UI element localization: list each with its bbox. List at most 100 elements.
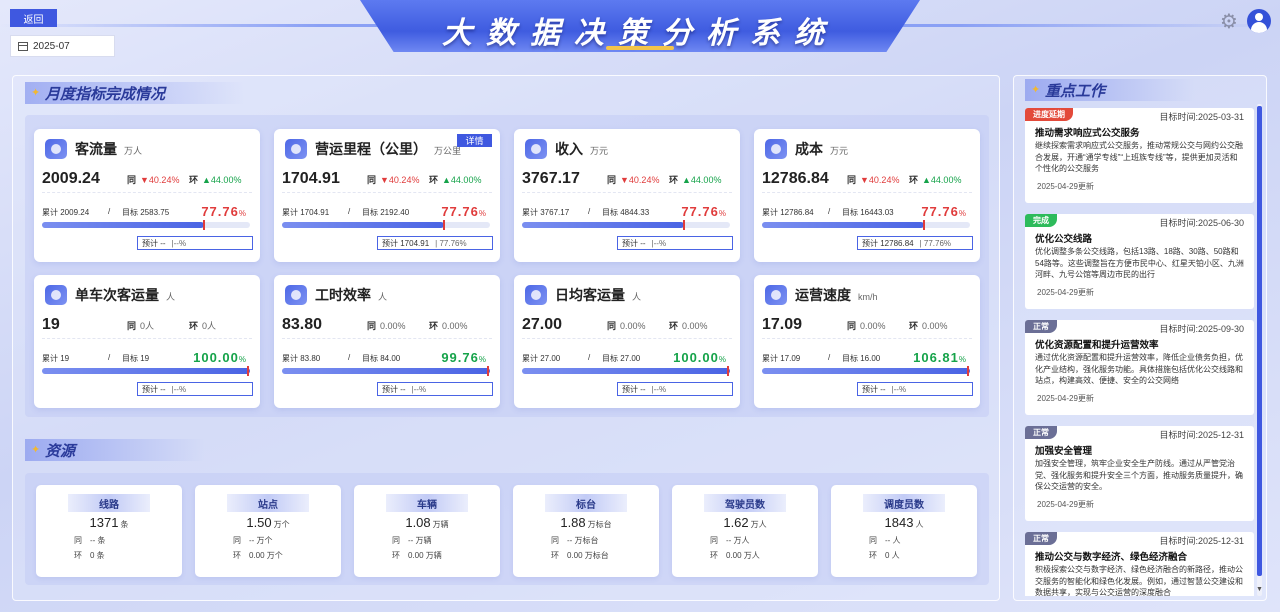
target-date: 目标时间:2025-03-31 [1159, 112, 1244, 122]
kpi-card[interactable]: 运营速度 km/h 17.09 同 0.00% 环 0.00% 累计 17.09/目标 16.… [754, 275, 980, 408]
kpi-forecast-percent: | 77.76% [435, 238, 467, 248]
kpi-mom-value: ▲44.00% [922, 175, 962, 185]
divider [42, 338, 252, 339]
work-updated: 2025-04-29更新 [1037, 394, 1094, 403]
key-work-scrollbar[interactable] [1257, 104, 1262, 596]
bus-passenger-icon [45, 285, 67, 305]
divider [762, 338, 972, 339]
user-avatar-icon[interactable] [1247, 9, 1271, 33]
kpi-card[interactable]: 成本 万元 12786.84 同 ▼40.24% 环 ▲44.00% 累计 12786.84 /… [754, 129, 980, 262]
kpi-forecast: 预计 -- |--% [617, 236, 733, 250]
kpi-header: 收入 万元 [525, 138, 608, 160]
kpi-yoy-value: 0.00% [860, 321, 886, 331]
key-work-item[interactable]: 正常 目标时间:2025-12-31 推动公交与数字经济、绿色经济融合 积极探索公交与… [1025, 532, 1254, 596]
scroll-down-arrow-icon[interactable]: ▼ [1256, 586, 1263, 593]
section-title-monthly-text: 月度指标完成情况 [45, 85, 166, 103]
status-badge: 正常 [1025, 426, 1057, 439]
kpi-card[interactable]: 营运里程（公里） 万公里 详情 1704.91 同 ▼40.24% 环 ▲44.00% 累计 1… [274, 129, 500, 262]
resource-card[interactable]: 调度员数 1843 人同 -- 人环 0 人 [831, 485, 977, 577]
resource-yoy-value: -- 万个 [249, 536, 273, 545]
kpi-card[interactable]: 收入 万元 3767.17 同 ▼40.24% 环 ▲44.00% 累计 3767.17 / 目标… [514, 129, 740, 262]
resource-mom: 环 0.00 万人 [710, 550, 760, 561]
key-work-item[interactable]: 正常 目标时间:2025-12-31 加强安全管理 加强安全管理，筑牢企业安全生产防线… [1025, 426, 1254, 521]
kpi-mom-label: 环 [909, 321, 919, 331]
kpi-card[interactable]: 客流量 万人 2009.24 同 ▼40.24% 环 ▲44.00% 累计 2009.24 / 目… [34, 129, 260, 262]
kpi-card[interactable]: 工时效率人 83.80 同 0.00% 环 0.00% 累计 83.80/目标 84.00 9… [274, 275, 500, 408]
kpi-forecast: 预计 -- |--% [137, 236, 253, 250]
kpi-forecast-value: 预计 -- [382, 384, 406, 394]
resource-card[interactable]: 站点 1.50 万个同 -- 万个环 0.00 万个 [195, 485, 341, 577]
resource-mom-label: 环 [551, 551, 559, 560]
progress-bar [762, 220, 970, 230]
resource-card[interactable]: 线路 1371 条同 -- 条环 0 条 [36, 485, 182, 577]
progress-bar-fill [42, 222, 204, 228]
kpi-completion-percent-sign: % [238, 209, 246, 218]
target-date: 目标时间:2025-12-31 [1159, 536, 1244, 546]
resource-card[interactable]: 标台 1.88 万标台同 -- 万标台环 0.00 万标台 [513, 485, 659, 577]
kpi-mom-label: 环 [669, 321, 679, 331]
work-efficiency-icon [285, 285, 307, 305]
work-updated: 2025-04-29更新 [1037, 182, 1094, 191]
header: 大数据决策分析系统 [0, 0, 1280, 68]
divider [42, 192, 252, 193]
kpi-yoy-value: ▼40.24% [860, 175, 900, 185]
key-work-item[interactable]: 进度延期 目标时间:2025-03-31 推动需求响应式公交服务 继续探索需求响应式公… [1025, 108, 1254, 203]
kpi-yoy-value: 0.00% [620, 321, 646, 331]
progress-bar-marker [247, 366, 249, 376]
progress-bar-marker [442, 220, 445, 230]
key-work-item[interactable]: 完成 目标时间:2025-06-30 优化公交线路 优化调整多条公交线路，包括13路、… [1025, 214, 1254, 309]
divider [282, 338, 492, 339]
back-button[interactable]: 返回 [10, 9, 57, 27]
divider [522, 192, 732, 193]
kpi-forecast-percent: |--% [891, 384, 907, 394]
progress-bar [42, 366, 250, 376]
detail-button[interactable]: 详情 [457, 134, 492, 147]
month-picker[interactable]: 2025-07 [10, 35, 115, 57]
work-title: 推动需求响应式公交服务 [1035, 128, 1140, 139]
kpi-cumulative: 累计 3767.17 [522, 208, 570, 217]
kpi-target: 目标 19 [122, 354, 150, 363]
progress-bar-marker [202, 220, 205, 230]
key-work-list[interactable]: 进度延期 目标时间:2025-03-31 推动需求响应式公交服务 继续探索需求响应式公… [1023, 108, 1255, 596]
kpi-name: 单车次客运量 [75, 287, 159, 303]
kpi-mom-label: 环 [909, 175, 919, 185]
progress-bar-marker [922, 220, 925, 230]
kpi-mom-value: 0人 [202, 321, 217, 331]
kpi-card[interactable]: 单车次客运量人 19 同 0人环 0人 累计 19/目标 19 100.00% 预计 -- |-… [34, 275, 260, 408]
kpi-completion-rate: 77.76% [441, 204, 486, 219]
kpi-yoy: 同 ▼40.24% [367, 173, 419, 186]
kpi-completion-rate: 77.76% [921, 204, 966, 219]
kpi-yoy-label: 同 [127, 321, 137, 331]
kpi-forecast-value: 预计 -- [862, 384, 886, 394]
kpi-unit: km/h [858, 291, 878, 302]
kpi-cumulative: 累计 1704.91 [282, 208, 330, 217]
resource-mom-value: 0.00 万标台 [567, 551, 609, 560]
kpi-yoy-value: 0人 [140, 321, 155, 331]
resource-value: 1.08 万辆 [354, 515, 500, 530]
progress-bar-marker [487, 366, 489, 376]
kpi-cumulative: 累计 2009.24 [42, 208, 90, 217]
resource-label: 车辆 [386, 494, 468, 512]
gear-icon[interactable]: ⚙ [1218, 11, 1240, 33]
kpi-value: 27.00 [522, 316, 563, 333]
resource-label: 调度员数 [863, 494, 945, 512]
kpi-forecast-value: 预计 -- [142, 384, 166, 394]
kpi-mom-value: 0.00% [682, 321, 708, 331]
kpi-yoy-label: 同 [847, 321, 857, 331]
resource-mom-value: 0 条 [90, 551, 105, 560]
kpi-forecast-percent: | 77.76% [919, 238, 952, 248]
resource-yoy-value: -- 万辆 [408, 536, 432, 545]
kpi-completion-rate: 100.00% [673, 350, 726, 365]
work-description: 优化调整多条公交线路，包括13路、18路、30路、50路和54路等。这些调整旨在… [1035, 247, 1244, 279]
key-work-scrollbar-thumb[interactable] [1257, 106, 1262, 576]
progress-bar-marker [682, 220, 685, 230]
progress-bar-fill [762, 222, 924, 228]
resource-card[interactable]: 车辆 1.08 万辆同 -- 万辆环 0.00 万辆 [354, 485, 500, 577]
resource-label: 驾驶员数 [704, 494, 786, 512]
key-work-item[interactable]: 正常 目标时间:2025-09-30 优化资源配置和提升运营效率 通过优化资源配置和提… [1025, 320, 1254, 415]
kpi-completion-rate: 100.00% [193, 350, 246, 365]
kpi-yoy: 同 ▼40.24% [607, 173, 659, 186]
work-title: 优化资源配置和提升运营效率 [1035, 340, 1159, 351]
kpi-card[interactable]: 日均客运量人 27.00 同 0.00% 环 0.00% 累计 27.00/目标 27.00… [514, 275, 740, 408]
resource-card[interactable]: 驾驶员数 1.62 万人同 -- 万人环 0.00 万人 [672, 485, 818, 577]
